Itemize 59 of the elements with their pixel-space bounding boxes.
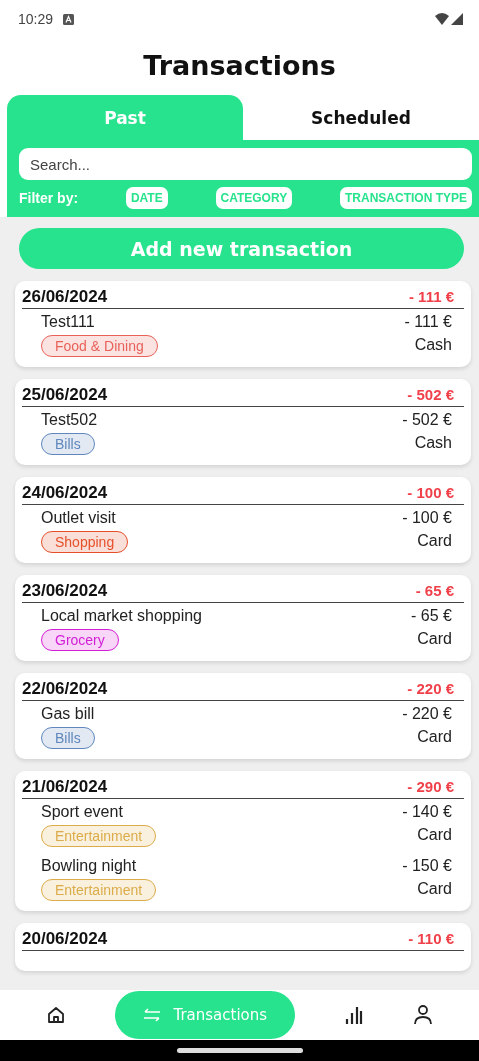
transaction-name: Sport event (41, 802, 124, 822)
wifi-icon (435, 13, 449, 25)
payment-method: Card (417, 727, 452, 747)
day-date: 20/06/2024 (22, 929, 108, 949)
transaction-amount: - 150 € (402, 856, 452, 876)
transaction-amount: - 65 € (411, 606, 452, 626)
filter-label: Filter by: (19, 190, 79, 206)
transaction-name: Local market shopping (41, 606, 202, 626)
tab[interactable]: Past (7, 95, 243, 140)
notification-icon (63, 13, 75, 25)
day-total: - 220 € (407, 680, 455, 697)
day-date: 26/06/2024 (22, 287, 108, 307)
day-date: 21/06/2024 (22, 777, 108, 797)
day-date: 22/06/2024 (22, 679, 108, 699)
transaction-name: Bowling night (41, 856, 138, 876)
category-tag: Shopping (41, 531, 129, 553)
day-date: 24/06/2024 (22, 483, 108, 503)
profile-icon[interactable] (413, 1005, 432, 1025)
transaction-amount: - 140 € (402, 802, 452, 822)
payment-method: Cash (414, 433, 452, 453)
day-total: - 290 € (407, 778, 455, 795)
payment-method: Cash (414, 335, 452, 355)
day-date: 23/06/2024 (22, 581, 108, 601)
filter-chip[interactable]: CATEGORY (215, 187, 293, 209)
transaction-amount: - 100 € (402, 508, 452, 528)
transaction-amount: - 220 € (402, 704, 452, 724)
category-tag: Food & Dining (41, 335, 158, 357)
transaction-amount: - 502 € (402, 410, 452, 430)
bar-chart-icon[interactable] (345, 1005, 364, 1025)
filter-chip[interactable]: DATE (125, 187, 168, 209)
page-title: Transactions (142, 49, 337, 83)
day-date: 25/06/2024 (22, 385, 108, 405)
transfer-icon (143, 1008, 162, 1022)
category-tag: Entertainment (41, 879, 157, 901)
day-total: - 110 € (408, 930, 455, 947)
payment-method: Card (417, 629, 452, 649)
signal-icon (451, 13, 463, 25)
search-field[interactable]: Search... (19, 148, 472, 180)
filter-chip[interactable]: TRANSACTION TYPE (339, 187, 472, 209)
payment-method: Card (417, 825, 452, 845)
transaction-name: Test111 (41, 312, 96, 332)
day-total: - 100 € (407, 484, 455, 501)
transaction-name: Outlet visit (41, 508, 117, 528)
category-tag: Grocery (41, 629, 119, 651)
payment-method: Card (417, 531, 452, 551)
category-tag: Entertainment (41, 825, 157, 847)
transaction-name: Test502 (41, 410, 98, 430)
day-total: - 111 € (408, 288, 455, 305)
category-tag: Bills (41, 433, 95, 455)
payment-method: Card (417, 879, 452, 899)
category-tag: Bills (41, 727, 95, 749)
transaction-amount: - 111 € (404, 312, 452, 332)
add-transaction-button[interactable]: Add new transaction (19, 228, 464, 269)
home-icon[interactable] (47, 1006, 66, 1024)
day-total: - 65 € (415, 582, 455, 599)
day-total: - 502 € (407, 386, 455, 403)
nav-tab[interactable]: Transactions (115, 991, 296, 1039)
clock-time: 10:29 (18, 11, 54, 27)
transaction-name: Gas bill (41, 704, 95, 724)
